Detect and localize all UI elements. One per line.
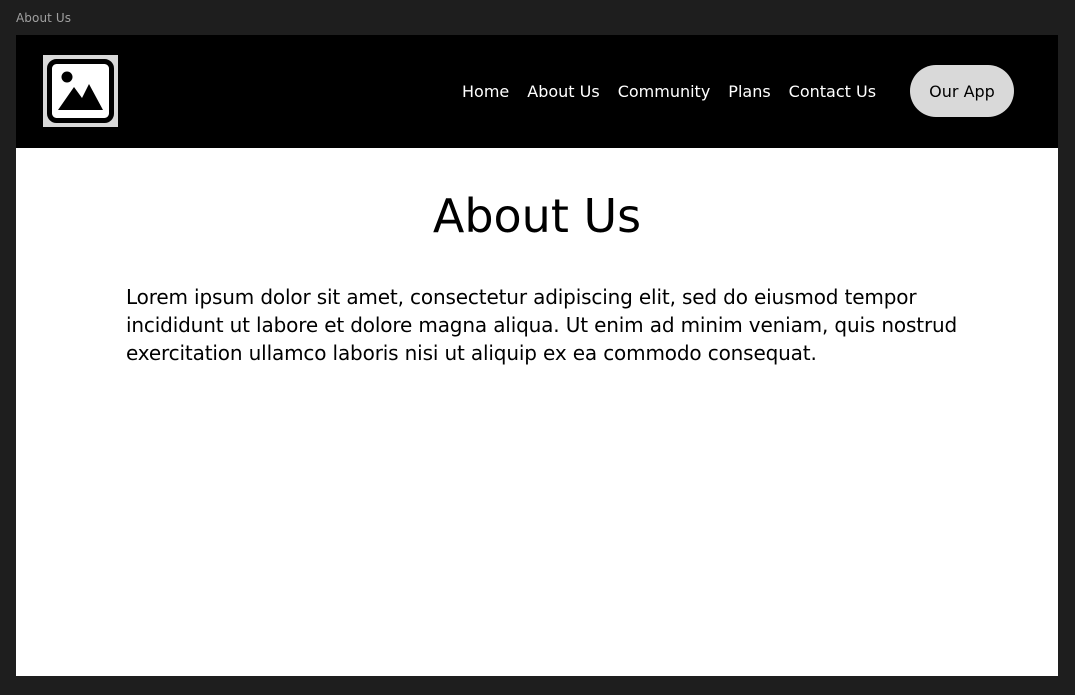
nav-links: Home About Us Community Plans Contact Us [462,35,876,148]
logo[interactable] [43,55,118,127]
navbar: Home About Us Community Plans Contact Us… [16,35,1058,148]
frame-label[interactable]: About Us [16,10,71,26]
our-app-button[interactable]: Our App [910,65,1014,117]
nav-link-community[interactable]: Community [618,82,711,102]
nav-link-about-us[interactable]: About Us [527,82,599,102]
nav-link-contact-us[interactable]: Contact Us [789,82,876,102]
body-text: Lorem ipsum dolor sit amet, consectetur … [126,285,958,365]
page-title: About Us [432,189,642,243]
nav-link-plans[interactable]: Plans [728,82,770,102]
nav-link-home[interactable]: Home [462,82,509,102]
image-placeholder-icon [43,55,118,127]
page-frame: Home About Us Community Plans Contact Us… [16,35,1058,676]
